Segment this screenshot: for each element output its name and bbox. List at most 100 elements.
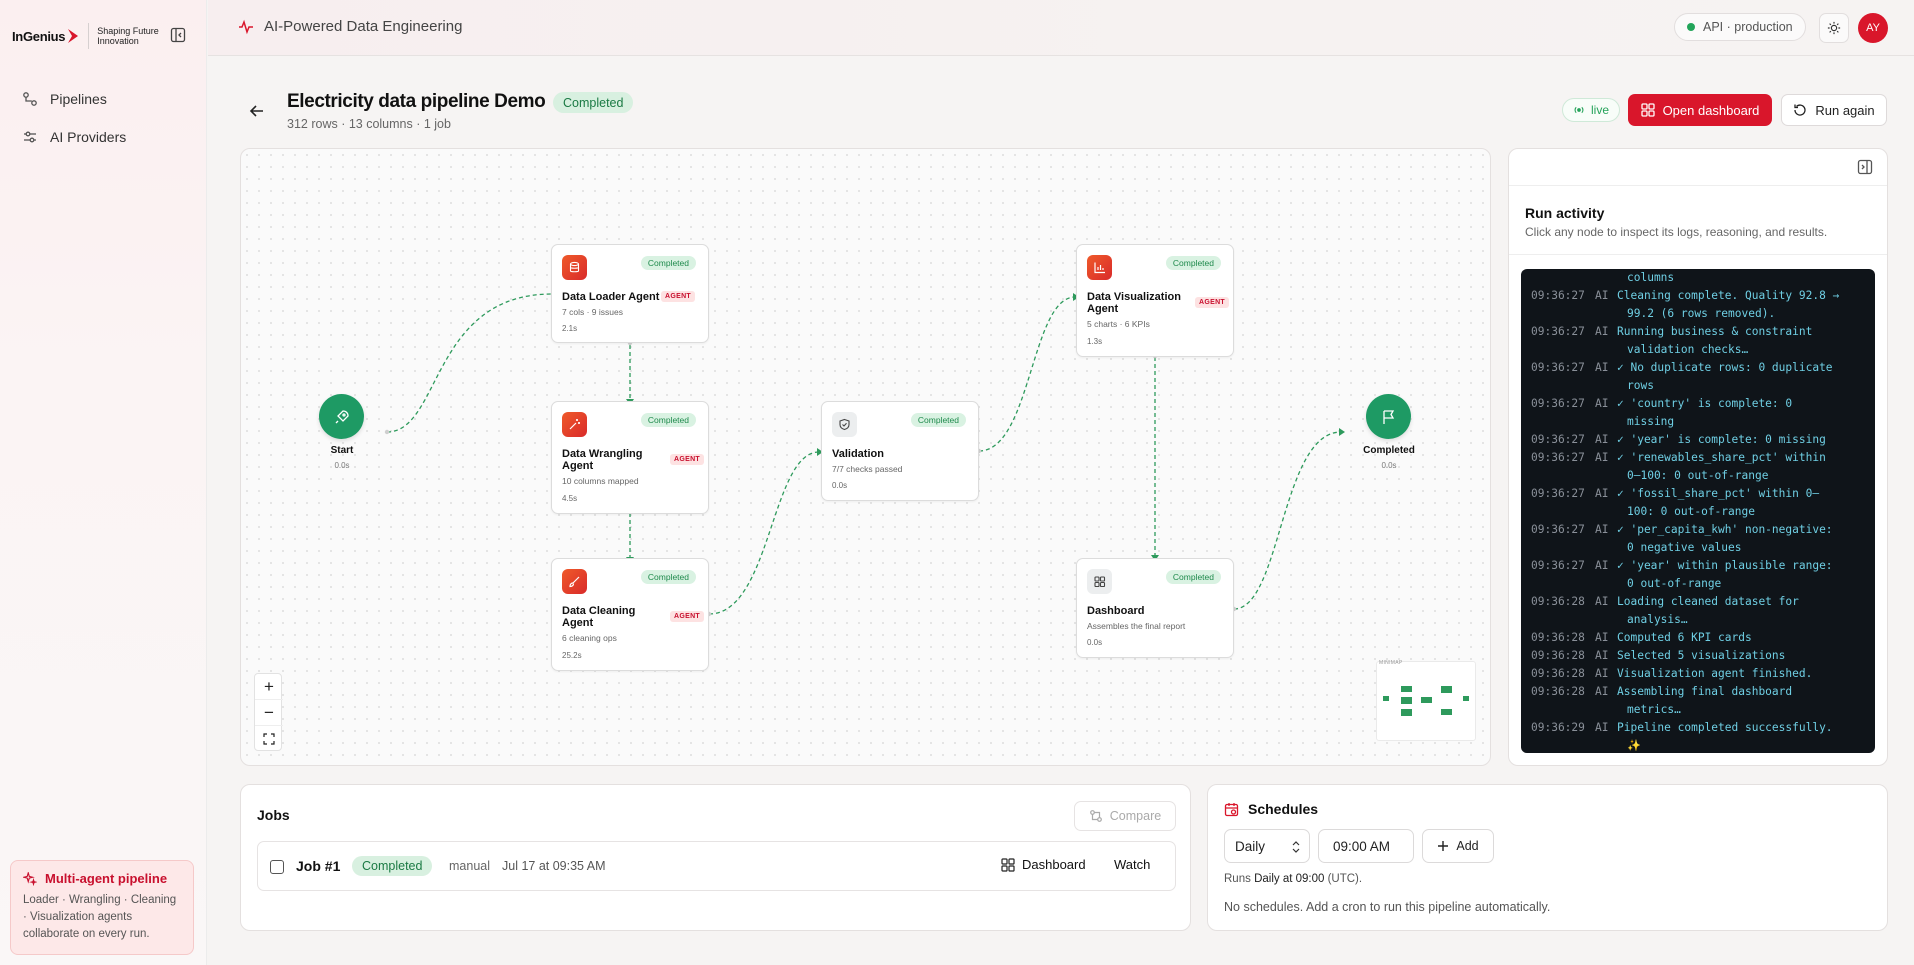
open-dashboard-button[interactable]: Open dashboard	[1628, 94, 1772, 126]
job-dashboard-button[interactable]: Dashboard	[1001, 857, 1086, 872]
node-dashboard[interactable]: Completed Dashboard Assembles the final …	[1076, 558, 1234, 658]
zoom-out-button[interactable]: −	[255, 700, 283, 726]
start-time: 0.0s	[334, 461, 350, 470]
node-data-loader-agent[interactable]: Completed Data Loader Agent AGENT 7 cols…	[551, 244, 709, 343]
log-source: AI	[1595, 433, 1609, 446]
frequency-select[interactable]: Daily	[1224, 829, 1310, 863]
log-line: 09:36:28 AI Assembling final dashboard	[1531, 683, 1865, 701]
minimap[interactable]: MINIMAP	[1376, 660, 1476, 741]
time-input[interactable]: 09:00 AM	[1318, 829, 1414, 863]
job-row[interactable]: Job #1 Completed manual Jul 17 at 09:35 …	[257, 841, 1176, 891]
brand-tagline: Shaping Future Innovation	[97, 26, 159, 46]
multi-agent-promo-card: Multi-agent pipeline Loader · Wrangling …	[10, 860, 194, 955]
workflow-icon	[23, 92, 37, 106]
log-source: AI	[1595, 397, 1609, 410]
start-label: Start	[330, 445, 354, 456]
log-source: AI	[1595, 595, 1609, 608]
node-title: Data Visualization Agent	[1087, 291, 1181, 315]
status-dot	[1687, 23, 1695, 31]
sidebar-item-label: AI Providers	[50, 129, 127, 145]
database-icon	[569, 261, 580, 273]
jobs-panel: Jobs Compare Job #1 Completed manual Jul…	[240, 784, 1191, 931]
node-meta: 7 cols · 9 issues	[562, 307, 623, 317]
sidebar-item-pipelines[interactable]: Pipelines	[12, 80, 198, 118]
minimap-label: MINIMAP	[1379, 660, 1403, 666]
log-message: Running business & constraint	[1617, 325, 1813, 338]
run-again-button[interactable]: Run again	[1781, 94, 1887, 126]
start-node[interactable]	[319, 394, 364, 439]
log-message: Visualization agent finished.	[1617, 667, 1813, 680]
flag-icon	[1382, 409, 1394, 424]
node-meta: Assembles the final report	[1087, 621, 1186, 631]
log-line: 09:36:28 AI Visualization agent finished.	[1531, 665, 1865, 683]
plus-icon	[1438, 841, 1449, 851]
summary-prefix: Runs	[1224, 873, 1251, 885]
api-status-pill[interactable]: API · production	[1674, 13, 1806, 41]
sidebar-nav: Pipelines AI Providers	[12, 80, 198, 156]
live-indicator: live	[1562, 98, 1621, 122]
node-data-visualization-agent[interactable]: Completed Data Visualization Agent AGENT…	[1076, 244, 1234, 357]
panel-toggle-icon[interactable]	[1857, 159, 1873, 175]
log-message: ✓ 'per_capita_kwh' non-negative:	[1617, 523, 1833, 536]
fit-view-button[interactable]	[255, 726, 283, 752]
schedules-title: Schedules	[1224, 801, 1318, 817]
node-data-wrangling-agent[interactable]: Completed Data Wrangling Agent AGENT 10 …	[551, 401, 709, 514]
activity-header: Run activity Click any node to inspect i…	[1509, 185, 1887, 255]
log-terminal[interactable]: columns 09:36:27 AI Cleaning complete. Qua…	[1521, 269, 1875, 753]
minimap-graph	[1383, 686, 1469, 716]
log-line: 09:36:27 AI ✓ 'country' is complete: 0	[1531, 395, 1865, 413]
live-label: live	[1591, 103, 1610, 117]
node-meta: 5 charts · 6 KPIs	[1087, 319, 1150, 329]
log-continuation: 0 negative values	[1627, 541, 1742, 554]
bar-chart-icon	[1094, 262, 1105, 274]
agent-tag: AGENT	[670, 611, 704, 622]
node-meta: 6 cleaning ops	[562, 633, 617, 643]
log-continuation: 0 out-of-range	[1627, 577, 1722, 590]
log-timestamp: 09:36:27	[1531, 397, 1585, 410]
log-timestamp: 09:36:28	[1531, 667, 1585, 680]
agent-tag: AGENT	[661, 291, 695, 302]
log-message: Pipeline completed successfully.	[1617, 721, 1833, 734]
log-continuation: analysis…	[1627, 613, 1688, 626]
node-validation[interactable]: Completed Validation 7/7 checks passed 0…	[821, 401, 979, 501]
activity-title: Run activity	[1525, 205, 1605, 221]
collapse-sidebar-icon[interactable]	[170, 27, 186, 43]
log-message: Computed 6 KPI cards	[1617, 631, 1752, 644]
log-continuation: 0–100: 0 out-of-range	[1627, 469, 1769, 482]
node-time: 4.5s	[562, 494, 578, 503]
log-timestamp: 09:36:27	[1531, 487, 1585, 500]
completed-time: 0.0s	[1381, 461, 1397, 470]
node-meta: 7/7 checks passed	[832, 464, 903, 474]
add-schedule-button[interactable]: Add	[1422, 829, 1494, 863]
sidebar-item-ai-providers[interactable]: AI Providers	[12, 118, 198, 156]
page-title: Electricity data pipeline Demo	[287, 91, 546, 112]
node-title: Data Loader Agent	[562, 291, 660, 303]
theme-toggle-button[interactable]	[1819, 13, 1849, 43]
node-title: Dashboard	[1087, 605, 1145, 617]
compare-button[interactable]: Compare	[1074, 801, 1176, 831]
completed-node[interactable]	[1366, 394, 1411, 439]
log-message: Assembling final dashboard	[1617, 685, 1793, 698]
log-message: ✓ No duplicate rows: 0 duplicate	[1617, 361, 1833, 374]
activity-subtitle: Click any node to inspect its logs, reas…	[1525, 225, 1828, 239]
agent-tag: AGENT	[670, 454, 704, 465]
log-timestamp: 09:36:28	[1531, 595, 1585, 608]
promo-title: Multi-agent pipeline	[45, 871, 168, 886]
log-message: Cleaning complete. Quality 92.8 →	[1617, 289, 1840, 302]
pipeline-canvas[interactable]: Start 0.0s Completed 0.0s Completed Data…	[240, 148, 1491, 766]
job-watch-button[interactable]: Watch	[1114, 857, 1150, 872]
user-avatar[interactable]: AY	[1858, 13, 1888, 43]
log-source: AI	[1595, 523, 1609, 536]
zoom-in-button[interactable]: +	[255, 674, 283, 700]
brand-logo[interactable]: InGenius Shaping Future Innovation	[12, 20, 192, 52]
back-arrow-icon[interactable]	[246, 100, 268, 122]
frequency-value: Daily	[1235, 838, 1266, 854]
node-status-badge: Completed	[640, 570, 696, 584]
log-timestamp: 09:36:28	[1531, 649, 1585, 662]
log-timestamp: 09:36:28	[1531, 685, 1585, 698]
add-schedule-label: Add	[1456, 839, 1479, 853]
job-checkbox[interactable]	[270, 860, 284, 874]
node-data-cleaning-agent[interactable]: Completed Data Cleaning Agent AGENT 6 cl…	[551, 558, 709, 671]
node-time: 0.0s	[832, 481, 848, 490]
status-badge: Completed	[553, 92, 634, 113]
